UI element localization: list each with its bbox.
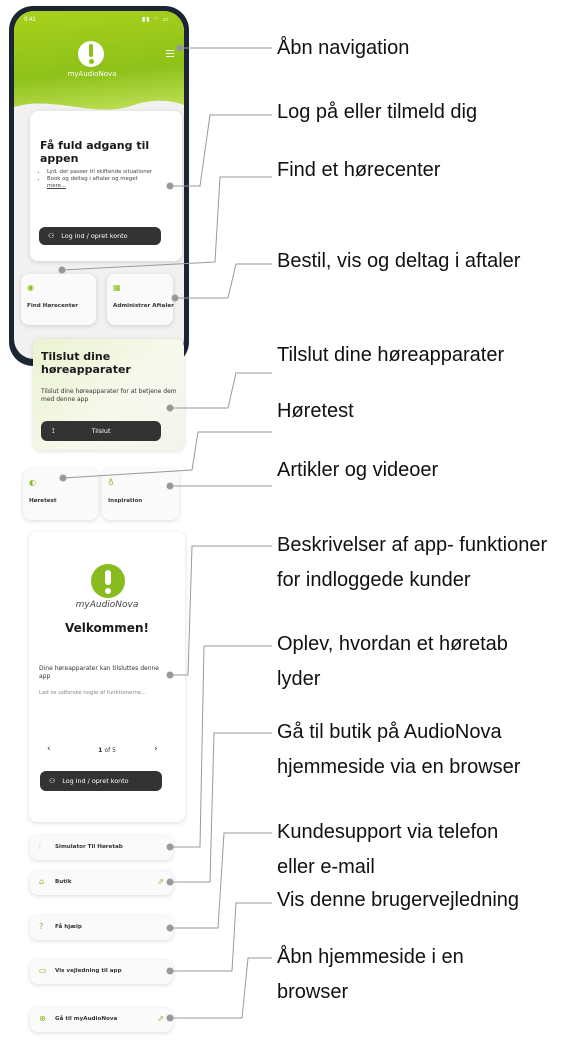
external-link-icon: ⇗ — [157, 1014, 164, 1023]
annotation-label: eller e-mail — [277, 856, 375, 878]
row-label: Gå til myAudioNova — [55, 1016, 118, 1022]
logo-mark — [105, 570, 111, 585]
login-button[interactable]: ⚇ Log ind / opret konto — [40, 771, 162, 791]
tile-manage-appointments[interactable]: ▦ Administrer Aftaler — [107, 274, 174, 325]
login-button[interactable]: ⚇ Log ind / opret konto — [39, 227, 161, 245]
tile-label: Høretest — [29, 498, 57, 504]
row-shop[interactable]: ⌂ Butik ⇗ — [30, 871, 173, 895]
annotation-label: Beskrivelser af app- funktioner — [277, 534, 548, 556]
annotation-label: Artikler og videoer — [277, 459, 439, 481]
annotation-label: browser — [277, 981, 349, 1003]
location-pin-icon: ◉ — [27, 283, 34, 292]
annotation-label: Log på eller tilmeld dig — [277, 101, 478, 123]
row-get-help[interactable]: ? Få hjælp — [30, 916, 173, 940]
row-label: Butik — [55, 879, 72, 885]
basket-icon: ⌂ — [39, 877, 45, 886]
annotation-label: for indloggede kunder — [277, 569, 471, 591]
connect-card: Tilslut dine høreapparater Tilslut dine … — [33, 339, 184, 450]
welcome-desc: Dine høreapparater kan tilsluttes denne … — [39, 665, 159, 680]
row-user-guide[interactable]: ▭ Vis vejledning til app — [30, 960, 173, 984]
sound-wave-icon: ⦙ — [39, 842, 41, 851]
calendar-icon: ▦ — [113, 283, 121, 292]
logo-dot — [105, 588, 111, 594]
annotation-label: Gå til butik på AudioNova — [277, 721, 502, 743]
user-icon: ⚇ — [48, 232, 55, 240]
annotation-label: Bestil, vis og deltag i aftaler — [277, 250, 521, 272]
annotation-label: Åbn navigation — [277, 37, 410, 59]
connect-button[interactable]: ⟟ Tilslut — [41, 421, 161, 441]
annotation-label: Åbn hjemmeside i en — [277, 946, 464, 968]
welcome-title: Velkommen! — [65, 621, 149, 635]
ear-icon: ◐ — [29, 478, 36, 487]
tile-label: Inspiration — [108, 498, 143, 504]
connect-button-label: Tilslut — [91, 427, 111, 435]
external-link-icon: ⇗ — [157, 877, 164, 886]
annotation-label: Kundesupport via telefon — [277, 821, 499, 843]
globe-icon: ⊕ — [39, 1014, 46, 1023]
row-label: Simulator Til Høretab — [55, 844, 123, 850]
logo-dot — [89, 59, 94, 64]
status-time: 9:41 — [24, 17, 36, 23]
annotation-label: Tilslut dine høreapparater — [277, 344, 505, 366]
tile-label: Administrer Aftaler — [113, 303, 174, 309]
hearing-aid-icon: ⟟ — [52, 426, 55, 435]
hamburger-icon[interactable] — [166, 48, 174, 59]
connect-desc: Tilslut dine høreapparater for at betjen… — [41, 388, 177, 403]
row-go-to-website[interactable]: ⊕ Gå til myAudioNova ⇗ — [30, 1008, 173, 1032]
login-button-label: Log ind / opret konto — [62, 777, 129, 785]
row-hearing-loss-simulator[interactable]: ⦙ Simulator Til Høretab — [30, 836, 173, 860]
annotation-label: Find et hørecenter — [277, 159, 441, 181]
tile-inspiration[interactable]: ♁ Inspiration — [102, 469, 179, 520]
chevron-right-icon[interactable]: › — [154, 744, 158, 754]
annotation-label: Oplev, hvordan et høretab — [277, 633, 508, 655]
tile-label: Find Hørecenter — [27, 303, 79, 309]
tile-hearing-test[interactable]: ◐ Høretest — [23, 469, 98, 520]
access-bullet: Lyd, der passer til skiftende situatione… — [47, 169, 187, 176]
access-bullets: Lyd, der passer til skiftende situatione… — [40, 169, 187, 190]
connect-title: Tilslut dine høreapparater — [41, 350, 131, 376]
access-bullet: Book og deltag i aftaler og megetmere... — [47, 176, 187, 190]
welcome-card: myAudioNova Velkommen! Dine høreapparate… — [29, 532, 185, 822]
book-icon: ▭ — [39, 966, 47, 975]
chevron-left-icon[interactable]: ‹ — [47, 744, 51, 754]
row-label: Få hjælp — [55, 924, 82, 930]
lightbulb-icon: ♁ — [108, 478, 114, 487]
annotation-label: lyder — [277, 668, 321, 690]
app-name: myAudioNova — [67, 70, 117, 78]
access-title: Få fuld adgang til appen — [40, 139, 150, 165]
row-label: Vis vejledning til app — [55, 968, 122, 974]
access-card: Få fuld adgang til appen Lyd, der passer… — [30, 111, 182, 261]
help-icon: ? — [39, 922, 44, 931]
welcome-app-name: myAudioNova — [75, 600, 139, 610]
user-icon: ⚇ — [49, 777, 56, 785]
annotation-label: hjemmeside via en browser — [277, 756, 521, 778]
more-link[interactable]: mere... — [47, 183, 66, 189]
annotation-label: Høretest — [277, 400, 354, 422]
status-icons: ▮▮ ◠ ▭ — [142, 16, 170, 23]
welcome-sub: Lad os udforske nogle af funktionerne... — [39, 690, 147, 696]
tile-find-center[interactable]: ◉ Find Hørecenter — [21, 274, 96, 325]
page-indicator: 1 of 5 — [98, 746, 116, 754]
annotation-label: Vis denne brugervejledning — [277, 889, 520, 911]
logo-mark — [89, 44, 93, 57]
login-button-label: Log ind / opret konto — [61, 232, 128, 240]
